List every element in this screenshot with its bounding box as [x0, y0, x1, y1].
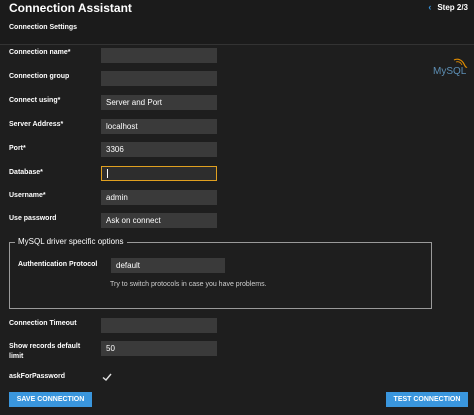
username-label: Username*	[9, 192, 46, 199]
check-icon	[102, 373, 112, 381]
connect-using-select[interactable]: Server and Port	[101, 95, 217, 110]
ask-for-password-label: askForPassword	[9, 373, 66, 380]
port-label: Port*	[9, 145, 26, 152]
mysql-dolphin-icon: MySQL	[433, 58, 468, 77]
connection-timeout-label: Connection Timeout	[9, 320, 77, 327]
section-title: Connection Settings	[9, 24, 78, 31]
show-records-label-line1: Show records default	[9, 343, 81, 350]
driver-options-legend: MySQL driver specific options	[15, 237, 127, 246]
driver-options-group	[9, 242, 432, 309]
save-connection-button[interactable]: SAVE CONNECTION	[9, 392, 92, 407]
step-indicator: ‹ Step 2/3	[428, 2, 468, 12]
logo-text: MySQL	[433, 66, 467, 77]
connection-timeout-field[interactable]	[101, 318, 217, 333]
show-records-label-line2: limit	[9, 353, 24, 360]
connection-group-label: Connection group	[9, 73, 70, 80]
header: Connection Assistant ‹ Step 2/3 Connecti…	[0, 0, 474, 45]
use-password-label: Use password	[9, 215, 57, 222]
username-field[interactable]: admin	[101, 190, 217, 205]
auth-protocol-label: Authentication Protocol	[18, 261, 98, 268]
step-label: Step 2/3	[437, 2, 468, 12]
server-address-field[interactable]: localhost	[101, 119, 217, 134]
test-connection-button[interactable]: TEST CONNECTION	[386, 392, 468, 407]
connection-name-field[interactable]	[101, 48, 217, 63]
chevron-left-icon[interactable]: ‹	[428, 2, 431, 12]
database-field[interactable]	[101, 166, 217, 181]
server-address-label: Server Address*	[9, 121, 64, 128]
database-label: Database*	[9, 169, 43, 176]
show-records-field[interactable]: 50	[101, 341, 217, 356]
port-field[interactable]: 3306	[101, 142, 217, 157]
auth-protocol-select[interactable]: default	[111, 258, 225, 273]
connect-using-label: Connect using*	[9, 97, 61, 104]
ask-for-password-checkbox[interactable]	[101, 371, 113, 383]
connection-group-field[interactable]	[101, 71, 217, 86]
use-password-select[interactable]: Ask on connect	[101, 213, 217, 228]
app-title: Connection Assistant	[9, 1, 132, 15]
connection-name-label: Connection name*	[9, 49, 71, 56]
auth-protocol-hint: Try to switch protocols in case you have…	[110, 281, 267, 288]
